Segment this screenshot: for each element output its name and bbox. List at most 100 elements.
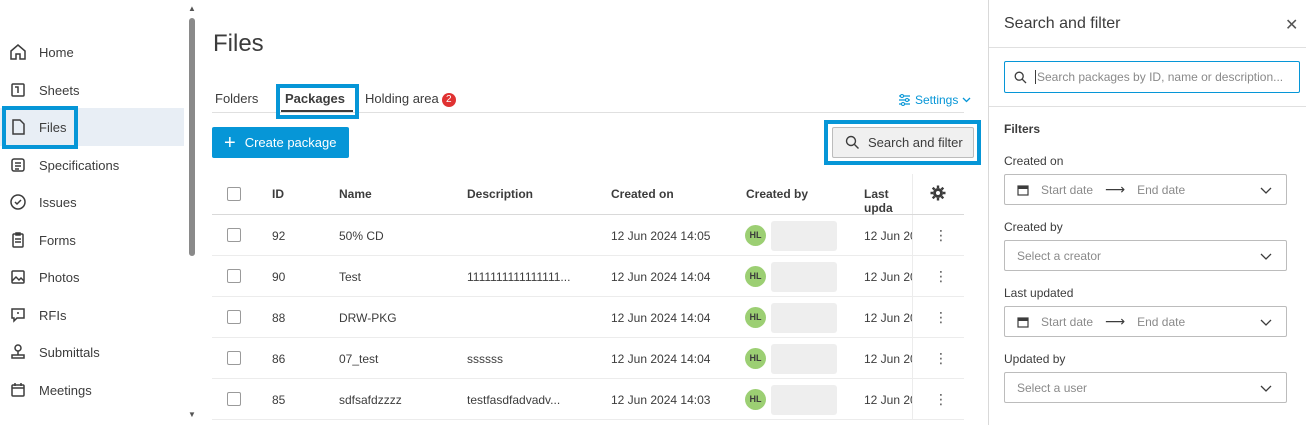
sidebar-item-label: Forms xyxy=(39,232,76,248)
updated-by-label: Updated by xyxy=(1004,352,1066,366)
cell-created-on: 12 Jun 2024 14:04 xyxy=(611,352,711,366)
sidebar-item-home[interactable]: Home xyxy=(0,33,184,71)
cell-created-on: 12 Jun 2024 14:03 xyxy=(611,393,711,407)
sidebar-item-forms[interactable]: Forms xyxy=(0,221,184,259)
sidebar-item-label: Issues xyxy=(39,194,77,210)
sidebar-scrollbar[interactable]: ▲ ▼ xyxy=(186,0,198,425)
column-header-description[interactable]: Description xyxy=(467,187,533,201)
cell-last-updated: 12 Jun 20 xyxy=(864,270,912,284)
end-date-placeholder: End date xyxy=(1137,314,1186,329)
chevron-down-icon xyxy=(1260,385,1272,392)
start-date-placeholder: Start date xyxy=(1041,182,1094,197)
cell-created-on: 12 Jun 2024 14:04 xyxy=(611,311,711,325)
chevron-down-icon xyxy=(1260,187,1272,194)
more-options-icon[interactable]: ⋮ xyxy=(934,350,948,367)
submittals-icon xyxy=(8,342,28,362)
tab-holding-area[interactable]: Holding area 2 xyxy=(365,91,456,107)
row-checkbox[interactable] xyxy=(227,392,241,406)
settings-button[interactable]: Settings xyxy=(898,93,971,107)
scroll-thumb[interactable] xyxy=(189,18,195,256)
more-options-icon[interactable]: ⋮ xyxy=(934,309,948,326)
table-row[interactable]: 92 50% CD 12 Jun 2024 14:05 HL 12 Jun 20… xyxy=(212,215,964,256)
cell-created-on: 12 Jun 2024 14:05 xyxy=(611,229,711,243)
arrow-right-icon: ⟶ xyxy=(1105,313,1126,329)
scroll-up-icon[interactable]: ▲ xyxy=(188,4,196,13)
rfis-icon xyxy=(8,305,28,325)
search-input[interactable]: Search packages by ID, name or descripti… xyxy=(1004,61,1300,93)
divider xyxy=(989,47,1306,48)
cell-last-updated: 12 Jun 20 xyxy=(864,229,912,243)
created-on-date-range[interactable]: Start date ⟶ End date xyxy=(1004,174,1287,205)
row-checkbox[interactable] xyxy=(227,269,241,283)
notification-badge: 2 xyxy=(441,93,456,107)
scroll-down-icon[interactable]: ▼ xyxy=(188,410,196,419)
cell-id: 92 xyxy=(272,229,286,243)
sidebar-item-photos[interactable]: Photos xyxy=(0,258,184,296)
cell-last-updated: 12 Jun 20 xyxy=(864,311,912,325)
forms-icon xyxy=(8,230,28,250)
column-settings-cell xyxy=(912,174,964,214)
close-icon[interactable]: ✕ xyxy=(1285,15,1298,35)
row-checkbox[interactable] xyxy=(227,310,241,324)
column-header-last-updated[interactable]: Last upda xyxy=(864,187,912,215)
created-by-label: Created by xyxy=(1004,220,1063,234)
packages-highlight-box xyxy=(276,84,359,119)
row-checkbox[interactable] xyxy=(227,228,241,242)
redacted-user-name xyxy=(771,344,837,374)
create-package-button[interactable]: + Create package xyxy=(212,127,349,158)
calendar-icon xyxy=(1017,316,1029,328)
table-header: ID Name Description Created on Created b… xyxy=(212,174,964,215)
select-all-checkbox[interactable] xyxy=(227,187,241,201)
cell-last-updated: 12 Jun 20 xyxy=(864,352,912,366)
tab-folders[interactable]: Folders xyxy=(215,91,258,106)
table-row[interactable]: 86 07_test ssssss 12 Jun 2024 14:04 HL 1… xyxy=(212,338,964,379)
more-options-icon[interactable]: ⋮ xyxy=(934,268,948,285)
more-options-icon[interactable]: ⋮ xyxy=(934,227,948,244)
panel-title: Search and filter xyxy=(1004,15,1121,32)
cell-description: 1111111111111111... xyxy=(467,270,571,284)
column-header-created-on[interactable]: Created on xyxy=(611,187,674,201)
files-highlight-box xyxy=(2,106,78,149)
sidebar-item-rfis[interactable]: RFIs xyxy=(0,296,184,334)
column-header-name[interactable]: Name xyxy=(339,187,372,201)
column-header-created-by[interactable]: Created by xyxy=(746,187,808,201)
specifications-icon xyxy=(8,155,28,175)
column-header-id[interactable]: ID xyxy=(272,187,284,201)
cell-description: ssssss xyxy=(467,352,503,366)
sidebar-item-meetings[interactable]: Meetings xyxy=(0,371,184,409)
divider xyxy=(989,106,1306,107)
plus-icon: + xyxy=(224,131,236,154)
sidebar-item-submittals[interactable]: Submittals xyxy=(0,333,184,371)
arrow-right-icon: ⟶ xyxy=(1105,181,1126,197)
created-by-select[interactable]: Select a creator xyxy=(1004,240,1287,271)
updated-by-select[interactable]: Select a user xyxy=(1004,372,1287,403)
sidebar-item-issues[interactable]: Issues xyxy=(0,183,184,221)
last-updated-label: Last updated xyxy=(1004,286,1074,300)
redacted-user-name xyxy=(771,385,837,415)
created-by-placeholder: Select a creator xyxy=(1017,248,1102,263)
table-row[interactable]: 90 Test 1111111111111111... 12 Jun 2024 … xyxy=(212,256,964,297)
avatar: HL xyxy=(745,389,766,410)
sidebar-item-specifications[interactable]: Specifications xyxy=(0,146,184,184)
cell-created-on: 12 Jun 2024 14:04 xyxy=(611,270,711,284)
search-placeholder: Search packages by ID, name or descripti… xyxy=(1035,70,1284,84)
sidebar-item-sheets[interactable]: Sheets xyxy=(0,71,184,109)
main-content: Files Folders Packages Holding area 2 Set… xyxy=(198,0,988,425)
more-options-icon[interactable]: ⋮ xyxy=(934,391,948,408)
settings-label: Settings xyxy=(915,93,959,107)
filters-heading: Filters xyxy=(1004,122,1041,136)
table-row[interactable]: 88 DRW-PKG 12 Jun 2024 14:04 HL 12 Jun 2… xyxy=(212,297,964,338)
cell-name: 50% CD xyxy=(339,229,384,243)
last-updated-date-range[interactable]: Start date ⟶ End date xyxy=(1004,306,1287,337)
calendar-icon xyxy=(1017,184,1029,196)
cell-name: Test xyxy=(339,270,362,284)
app-window: Home Sheets Files Specifications Issues … xyxy=(0,0,1306,425)
redacted-user-name xyxy=(771,221,837,251)
cell-last-updated: 12 Jun 20 xyxy=(864,393,912,407)
table-row[interactable]: 85 sdfsafdzzzz testfasdfadvadv... 12 Jun… xyxy=(212,379,964,420)
row-checkbox[interactable] xyxy=(227,351,241,365)
redacted-user-name xyxy=(771,262,837,292)
sidebar-item-label: RFIs xyxy=(39,307,67,323)
gear-icon[interactable] xyxy=(930,185,946,201)
sheets-icon xyxy=(8,80,28,100)
